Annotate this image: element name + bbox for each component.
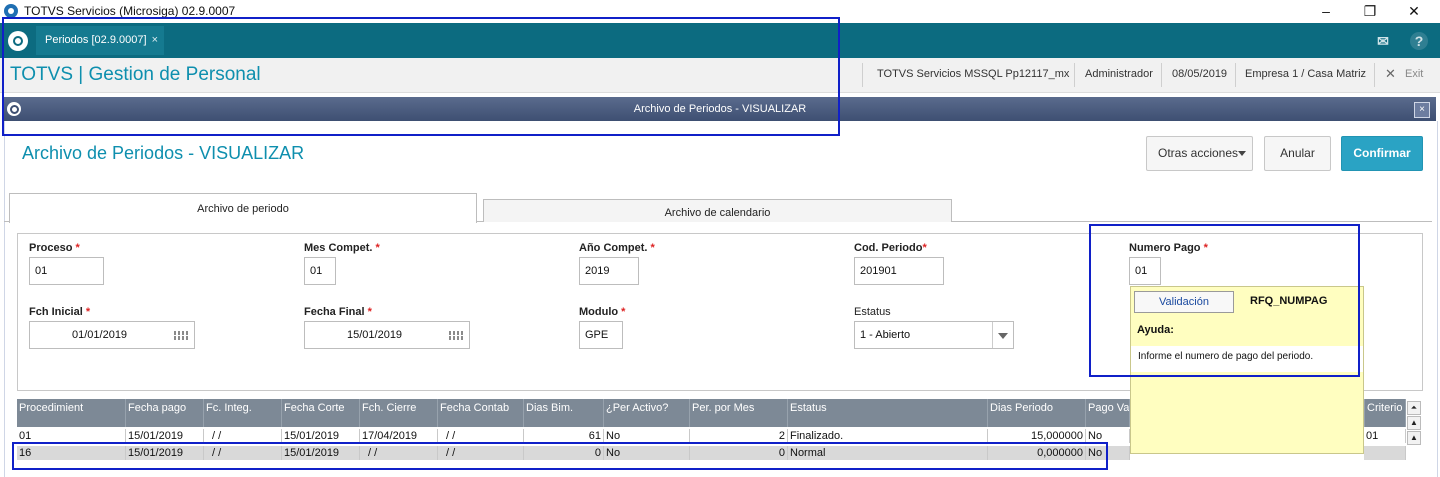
fch-inicial-value: 01/01/2019: [72, 329, 128, 341]
highlight-box: [1089, 224, 1360, 377]
server-label: TOTVS Servicios MSSQL Pp12117_mx: [877, 68, 1070, 80]
calendar-icon[interactable]: [449, 331, 463, 340]
modulo-label: Modulo *: [579, 306, 626, 318]
table-cell[interactable]: 01: [17, 429, 126, 443]
date-label: 08/05/2019: [1172, 68, 1228, 80]
column-header[interactable]: Fc. Integ.: [204, 399, 282, 427]
close-icon[interactable]: ✕: [1391, 0, 1437, 23]
fecha-final-field[interactable]: 15/01/2019: [304, 321, 470, 349]
exit-button[interactable]: Exit: [1405, 68, 1423, 80]
column-header[interactable]: Criterio: [1364, 399, 1406, 427]
table-cell[interactable]: 17/04/2019: [360, 429, 438, 443]
fch-inicial-label: Fch Inicial *: [29, 306, 91, 318]
column-header[interactable]: Per. por Mes: [690, 399, 788, 427]
column-header[interactable]: Fecha Contab: [438, 399, 524, 427]
mail-icon[interactable]: ✉: [1372, 30, 1394, 52]
scroll-up-icon[interactable]: ▲: [1407, 416, 1421, 430]
maximize-icon[interactable]: ❐: [1347, 0, 1393, 23]
table-cell[interactable]: 15/01/2019: [282, 429, 360, 443]
proceso-field[interactable]: 01: [29, 257, 104, 285]
table-cell[interactable]: No: [1086, 429, 1130, 443]
confirm-button[interactable]: Confirmar: [1341, 136, 1423, 171]
scroll-top-icon[interactable]: ⏶: [1407, 401, 1421, 415]
table-cell[interactable]: Finalizado.: [788, 429, 988, 443]
table-cell[interactable]: 15,000000: [988, 429, 1086, 443]
fch-inicial-field[interactable]: 01/01/2019: [29, 321, 195, 349]
table-cell[interactable]: 61: [524, 429, 604, 443]
proceso-label: Proceso *: [29, 242, 80, 254]
cod-periodo-label: Cod. Periodo*: [854, 242, 927, 254]
column-header[interactable]: Fecha Corte: [282, 399, 360, 427]
column-header[interactable]: Dias Bim.: [524, 399, 604, 427]
highlight-box: [12, 442, 1108, 470]
estatus-label: Estatus: [854, 306, 891, 318]
column-header[interactable]: ¿Per Activo?: [604, 399, 690, 427]
exit-icon[interactable]: ✕: [1385, 66, 1396, 82]
chevron-down-icon[interactable]: [992, 322, 1013, 348]
column-header[interactable]: Pago Va: [1086, 399, 1130, 427]
modulo-field[interactable]: GPE: [579, 321, 623, 349]
divider: [1235, 63, 1236, 87]
highlight-box: [2, 17, 840, 136]
table-cell[interactable]: No: [604, 429, 690, 443]
divider: [862, 63, 863, 87]
minimize-icon[interactable]: –: [1303, 0, 1349, 23]
anio-compet-label: Año Compet. *: [579, 242, 655, 254]
divider: [1074, 63, 1075, 87]
other-actions-button[interactable]: Otras acciones: [1146, 136, 1253, 171]
table-cell[interactable]: 01: [1364, 429, 1406, 443]
table-cell[interactable]: / /: [438, 429, 524, 443]
fecha-final-value: 15/01/2019: [347, 329, 403, 341]
dialog-subtitle: Archivo de Periodos - VISUALIZAR: [22, 143, 305, 163]
column-header[interactable]: Fch. Cierre: [360, 399, 438, 427]
divider: [1374, 63, 1375, 87]
app-icon: [4, 4, 18, 18]
user-label: Administrador: [1085, 68, 1153, 80]
window-title: TOTVS Servicios (Microsiga) 02.9.0007: [24, 4, 236, 18]
fecha-final-label: Fecha Final *: [304, 306, 372, 318]
help-icon[interactable]: ?: [1410, 32, 1428, 50]
chevron-down-icon: [1238, 151, 1246, 156]
estatus-select[interactable]: 1 - Abierto: [854, 321, 1014, 349]
divider: [1161, 63, 1162, 87]
table-cell[interactable]: / /: [204, 429, 282, 443]
table-cell[interactable]: 15/01/2019: [126, 429, 204, 443]
cod-periodo-field[interactable]: 201901: [854, 257, 944, 285]
tab-archivo-de-periodo[interactable]: Archivo de periodo: [9, 193, 477, 223]
tab-archivo-de-calendario[interactable]: Archivo de calendario: [483, 199, 952, 222]
table-cell[interactable]: [1364, 446, 1406, 460]
column-header[interactable]: Fecha pago: [126, 399, 204, 427]
calendar-icon[interactable]: [174, 331, 188, 340]
estatus-value: 1 - Abierto: [860, 329, 911, 341]
dialog-close-icon[interactable]: ×: [1414, 102, 1430, 118]
company-label: Empresa 1 / Casa Matriz: [1245, 68, 1367, 80]
mes-compet-field[interactable]: 01: [304, 257, 336, 285]
column-header[interactable]: Procedimient: [17, 399, 126, 427]
column-header[interactable]: Dias Periodo: [988, 399, 1086, 427]
table-cell[interactable]: 2: [690, 429, 788, 443]
column-header[interactable]: Estatus: [788, 399, 988, 427]
scroll-up-icon[interactable]: ▲: [1407, 431, 1421, 445]
cancel-button[interactable]: Anular: [1264, 136, 1331, 171]
anio-compet-field[interactable]: 2019: [579, 257, 639, 285]
other-actions-label: Otras acciones: [1158, 146, 1239, 160]
mes-compet-label: Mes Compet. *: [304, 242, 380, 254]
